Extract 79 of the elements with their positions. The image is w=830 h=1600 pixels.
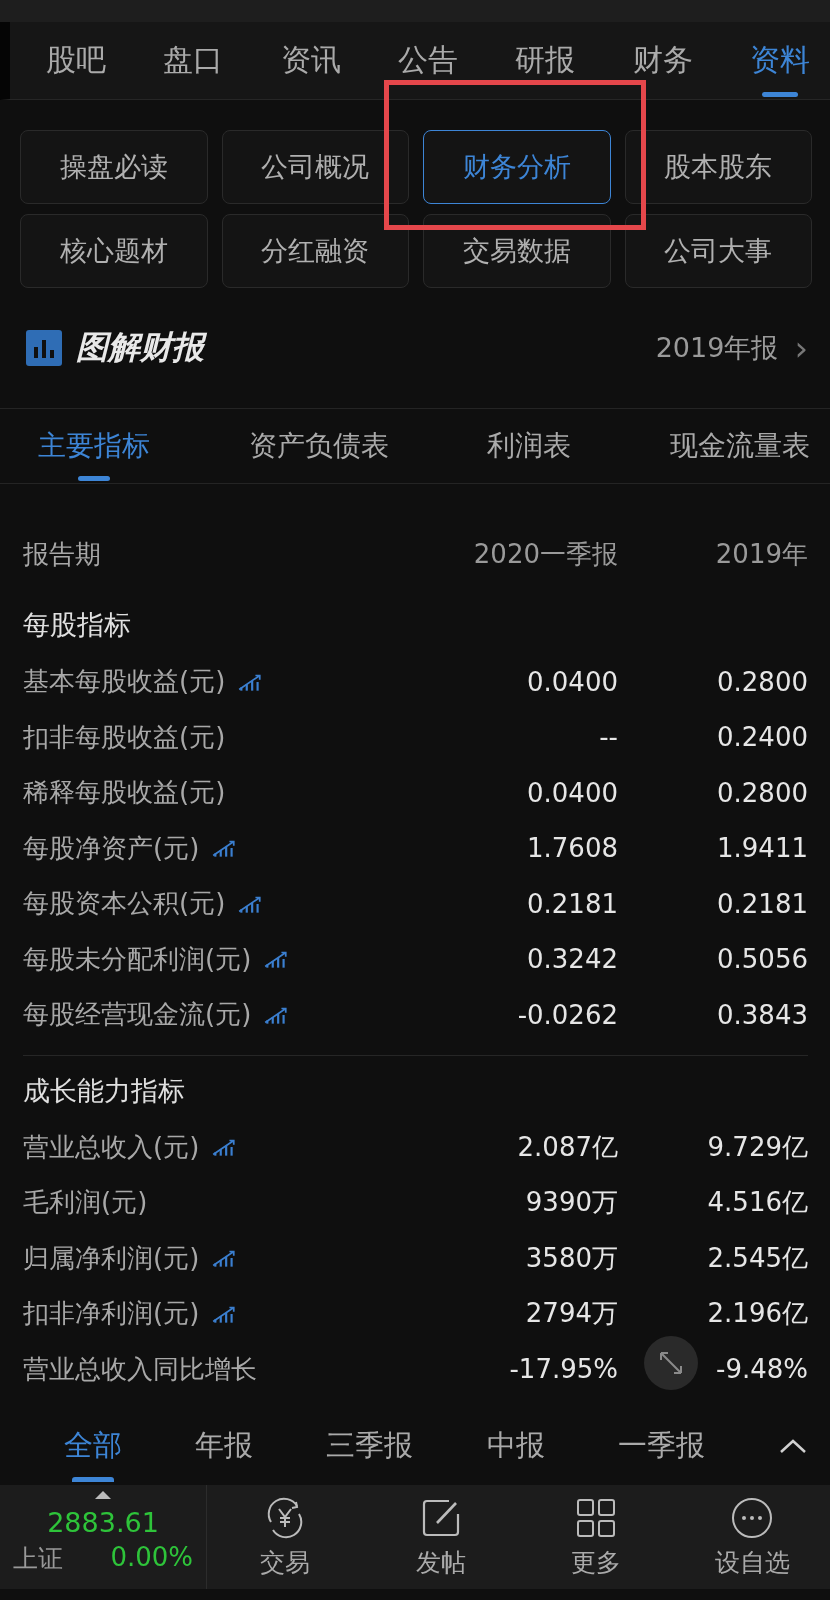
row-label: 营业总收入(元) (23, 1130, 200, 1164)
index-name: 上证 (13, 1543, 63, 1575)
group-title: 成长能力指标 (23, 1073, 186, 1108)
group-title: 每股指标 (23, 608, 132, 642)
table-cell: 0.2181 (717, 888, 808, 919)
table-cell: 1.7608 (527, 833, 618, 864)
table-cell: 0.3242 (527, 944, 618, 975)
table-cell: 0.2800 (717, 666, 808, 697)
top-tab[interactable]: 公告 (398, 24, 458, 97)
row-label: 归属净利润(元) (23, 1241, 200, 1275)
nav-button[interactable]: 设自选 (674, 1485, 830, 1589)
row-label: 稀释每股收益(元) (23, 776, 226, 810)
table-cell: 0.2181 (527, 888, 618, 919)
section-button[interactable]: 股本股东 (624, 130, 812, 204)
row-label: 扣非每股收益(元) (23, 720, 226, 754)
table-cell: 3580万 (525, 1242, 618, 1273)
table-cell: -9.48% (716, 1354, 808, 1385)
table-cell: 0.0400 (527, 666, 618, 697)
top-tab[interactable]: 资讯 (280, 24, 341, 97)
table-cell: 0.5056 (717, 944, 808, 975)
section-button[interactable]: 操盘必读 (20, 130, 208, 204)
more-dots-icon (730, 1495, 775, 1540)
sub-tab[interactable]: 资产负债表 (248, 411, 389, 481)
section-button[interactable]: 公司概况 (221, 130, 409, 204)
row-label: 每股经营现金流(元) (23, 998, 252, 1032)
table-cell: 0.2800 (717, 777, 808, 808)
table-cell: 0.3843 (717, 999, 808, 1030)
table-cell: 2.545亿 (707, 1242, 808, 1273)
sub-tab[interactable]: 利润表 (487, 411, 572, 481)
row-label: 每股净资产(元) (23, 831, 200, 865)
table-cell: 2794万 (525, 1298, 618, 1329)
chevron-icon[interactable]: › (794, 328, 808, 368)
row-label: 毛利润(元) (23, 1186, 148, 1220)
top-tab[interactable]: 盘口 (163, 24, 224, 97)
index-change: 0.00% (110, 1542, 193, 1574)
bar-chart-icon (26, 330, 62, 366)
nav-button[interactable]: 发帖 (362, 1485, 519, 1589)
row-label: 扣非净利润(元) (23, 1297, 200, 1331)
section-button[interactable]: 财务分析 (423, 130, 611, 204)
table-cell: 2.196亿 (707, 1298, 808, 1329)
row-label: 营业总收入同比增长 (23, 1352, 257, 1386)
period-filter-tab[interactable]: 全部 (64, 1409, 122, 1482)
row-label: 每股未分配利润(元) (23, 942, 252, 976)
nav-button[interactable]: 交易 (207, 1485, 363, 1589)
top-tab[interactable]: 股吧 (46, 24, 106, 97)
nav-button[interactable]: 更多 (518, 1485, 675, 1589)
period-filter-tab[interactable]: 年报 (195, 1409, 254, 1482)
table-cell: 9390万 (525, 1187, 618, 1218)
table-cell: -0.0262 (517, 999, 618, 1030)
period-filter-tab[interactable]: 一季报 (617, 1409, 705, 1482)
table-cell: 1.9411 (717, 833, 808, 864)
top-tab[interactable]: 财务 (632, 24, 693, 97)
period-link[interactable]: 2019年报 (655, 330, 779, 366)
expand-button[interactable] (644, 1336, 698, 1390)
sub-tab[interactable]: 现金流量表 (669, 411, 810, 481)
row-label: 基本每股收益(元) (23, 665, 226, 699)
row-label: 每股资本公积(元) (23, 887, 226, 921)
column-header: 2019年 (714, 537, 808, 571)
section-button[interactable]: 核心题材 (20, 214, 208, 288)
period-filter-tab[interactable]: 三季报 (326, 1409, 414, 1482)
table-cell: -- (599, 722, 618, 753)
sub-tab[interactable]: 主要指标 (38, 411, 150, 481)
section-button[interactable]: 交易数据 (423, 214, 611, 288)
section-button[interactable]: 公司大事 (624, 214, 812, 288)
period-filter-tab[interactable]: 中报 (486, 1409, 545, 1482)
caret-up-icon (95, 1491, 111, 1499)
top-tab[interactable]: 研报 (515, 24, 576, 97)
table-cell: -17.95% (509, 1354, 618, 1385)
column-header: 报告期 (23, 537, 102, 571)
table-cell: 0.0400 (527, 777, 618, 808)
top-tab[interactable]: 资料 (749, 24, 810, 97)
table-cell: 4.516亿 (707, 1187, 808, 1218)
table-cell: 9.729亿 (707, 1131, 808, 1162)
index-value: 2883.61 (47, 1507, 159, 1538)
index-quote-panel[interactable]: 2883.61 上证 0.00% (0, 1485, 207, 1589)
table-cell: 0.2400 (717, 722, 808, 753)
column-header: 2020一季报 (472, 537, 618, 571)
section-button[interactable]: 分红融资 (221, 214, 409, 288)
table-cell: 2.087亿 (517, 1131, 618, 1162)
